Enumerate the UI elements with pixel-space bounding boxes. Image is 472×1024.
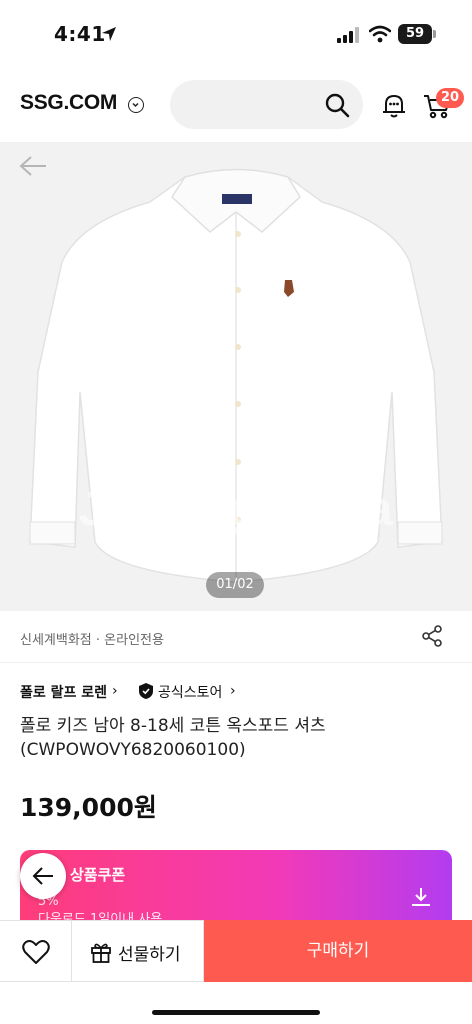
battery-tip [433,30,436,38]
gift-button-label: 선물하기 [118,945,181,965]
gift-icon [91,943,111,963]
bottom-action-bar: 선물하기 구매하기 [0,920,472,1024]
status-time: 4:41 [54,22,106,46]
chevron-down-icon[interactable] [128,97,144,113]
site-logo[interactable]: SSG.COM [20,91,117,115]
shield-icon [139,683,153,699]
download-icon[interactable] [410,886,432,908]
watermark: Joonggonara [78,483,394,536]
search-icon[interactable] [324,92,350,118]
gift-button[interactable]: 선물하기 [72,920,204,982]
battery-indicator: 59 [398,24,432,44]
share-icon[interactable] [420,624,444,648]
product-image [29,168,443,583]
product-image-carousel[interactable]: Joonggonara 01/02 [0,142,472,611]
official-store-link[interactable]: 공식스토어 [158,682,222,702]
floating-back-button[interactable] [20,853,66,899]
back-arrow-icon [32,867,53,885]
search-input[interactable] [170,80,363,129]
cart-count-badge: 20 [436,88,464,108]
home-indicator [152,1010,320,1015]
brand-link[interactable]: 폴로 랄프 로렌 [20,682,107,702]
image-page-indicator: 01/02 [206,572,264,598]
buy-button[interactable]: 구매하기 [204,920,472,982]
status-bar: 4:41 59 [0,0,472,66]
heart-icon [22,940,50,964]
brand-row: 폴로 랄프 로렌 › 공식스토어 › [0,680,472,702]
location-arrow-icon [102,27,116,41]
seller-info: 신세계백화점 · 온라인전용 [20,633,164,648]
chevron-right-icon: › [230,683,236,699]
wishlist-button[interactable] [0,920,72,982]
product-title: 폴로 키즈 남아 8-18세 코튼 옥스포드 셔츠 (CWPOWOVY68200… [20,716,326,760]
signal-icon [337,27,359,43]
back-arrow-icon[interactable] [18,154,48,178]
coupon-title: 상품쿠폰 [70,866,126,884]
product-price: 139,000원 [20,793,157,822]
seller-row: 신세계백화점 · 온라인전용 [0,611,472,663]
bell-icon[interactable] [380,92,408,120]
header: SSG.COM 20 [0,66,472,142]
wifi-icon [369,25,391,43]
chevron-right-icon: › [112,683,118,699]
coupon-banner[interactable]: 상품쿠폰 5% 다운로드 1일이내 사용 [20,850,452,930]
